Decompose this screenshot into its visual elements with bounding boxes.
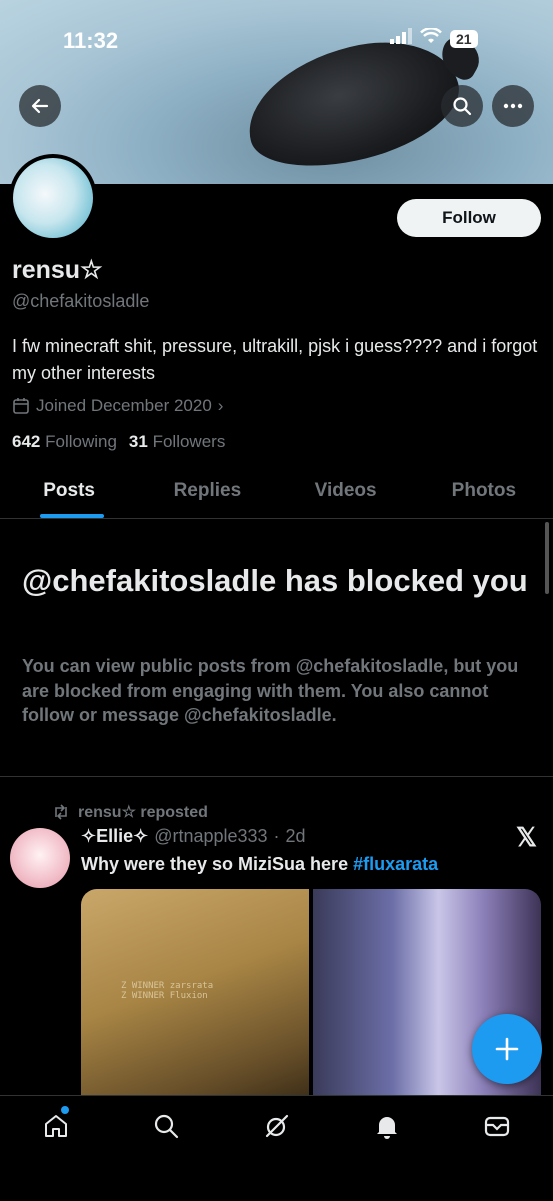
calendar-icon <box>13 398 29 414</box>
post-author-name[interactable]: ✧Ellie✧ <box>81 826 148 847</box>
profile-avatar[interactable] <box>9 154 97 242</box>
status-time: 11:32 <box>63 28 119 53</box>
tab-replies[interactable]: Replies <box>138 470 276 518</box>
profile-tabs: Posts Replies Videos Photos <box>0 470 553 519</box>
mail-icon <box>484 1116 510 1137</box>
grok-icon <box>265 1114 289 1138</box>
more-dots-icon <box>503 103 523 109</box>
nav-search[interactable] <box>150 1110 182 1142</box>
repost-icon <box>55 804 67 820</box>
battery-icon: 21 <box>450 29 478 48</box>
followers-link[interactable]: 31 Followers <box>129 432 225 452</box>
joined-label: Joined December 2020 <box>36 396 212 415</box>
nav-messages[interactable] <box>481 1110 513 1142</box>
divider <box>0 776 553 777</box>
display-name: rensu☆ <box>12 256 103 284</box>
status-icons: 21 <box>390 27 478 49</box>
joined-date[interactable]: Joined December 2020 › <box>12 396 223 416</box>
tab-videos[interactable]: Videos <box>277 470 415 518</box>
back-button[interactable] <box>19 85 61 127</box>
post-header: ✧Ellie✧ @rtnapple333 · 2d <box>81 826 306 847</box>
nav-notifications[interactable] <box>371 1110 403 1142</box>
profile-bio: I fw minecraft shit, pressure, ultrakill… <box>12 336 538 383</box>
more-button[interactable] <box>492 85 534 127</box>
active-tab-indicator <box>40 514 104 518</box>
profile-handle: @chefakitosladle <box>12 291 150 311</box>
avatar-image <box>13 158 93 238</box>
back-arrow-icon <box>31 98 49 114</box>
post-hashtag[interactable]: #fluxarata <box>353 854 438 874</box>
blocked-title: @chefakitosladle has blocked you <box>22 563 528 598</box>
search-icon <box>453 97 472 116</box>
nav-grok[interactable] <box>261 1110 293 1142</box>
wifi-icon <box>420 27 442 49</box>
media-caption: Z WINNER zarsrata Z WINNER Fluxion <box>121 981 214 1001</box>
tab-posts[interactable]: Posts <box>0 470 138 518</box>
repost-label: rensu☆ reposted <box>78 804 208 821</box>
following-link[interactable]: 642 Following <box>12 432 117 452</box>
blocked-description: You can view public posts from @chefakit… <box>22 656 519 725</box>
plus-icon <box>495 1037 519 1061</box>
search-button[interactable] <box>441 85 483 127</box>
post-body: Why were they so MiziSua here <box>81 854 354 874</box>
repost-indicator: rensu☆ reposted <box>52 802 208 822</box>
x-logo-icon: 𝕏 <box>516 822 537 852</box>
post-separator: · <box>273 826 280 846</box>
post-text: Why were they so MiziSua here #fluxarata <box>81 854 438 875</box>
follow-button[interactable]: Follow <box>397 199 541 237</box>
post-author-handle[interactable]: @rtnapple333 <box>154 826 267 847</box>
scrollbar[interactable] <box>545 522 549 594</box>
post-media-1[interactable]: Z WINNER zarsrata Z WINNER Fluxion <box>81 889 309 1099</box>
compose-button[interactable] <box>472 1014 542 1084</box>
follow-stats: 642 Following 31 Followers <box>12 432 225 452</box>
bell-icon <box>377 1117 397 1139</box>
signal-icon <box>390 28 412 49</box>
post-time: 2d <box>285 826 306 846</box>
nav-home[interactable] <box>40 1110 72 1142</box>
search-icon <box>154 1114 179 1139</box>
post-author-avatar[interactable] <box>10 828 70 888</box>
tab-photos[interactable]: Photos <box>415 470 553 518</box>
chevron-right-icon: › <box>217 396 224 415</box>
home-icon <box>45 1115 67 1137</box>
